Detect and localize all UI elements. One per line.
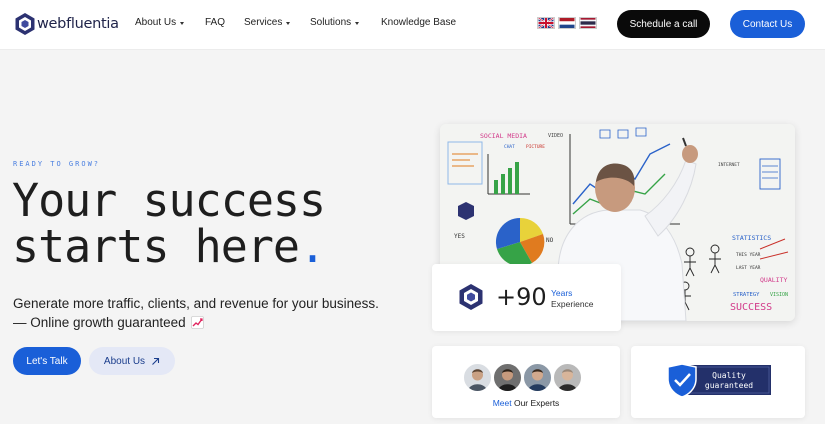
avatar [492,362,523,393]
language-switcher [537,17,597,29]
our-experts-text: Our Experts [511,398,560,408]
nav-knowledge-base-label: Knowledge Base [381,17,457,28]
avatar [462,362,493,393]
board-word-success: SUCCESS [730,302,772,313]
nav-knowledge-base[interactable]: Knowledge Base [381,17,456,28]
headline-line-1: Your success [12,174,326,227]
hero-headline: Your success starts here. [12,174,326,270]
about-us-button[interactable]: About Us [89,347,175,375]
flag-netherlands-icon[interactable] [558,17,576,29]
flag-thailand-icon[interactable] [579,17,597,29]
nav-faq-label: FAQ [205,17,226,28]
nav-faq[interactable]: FAQ [205,17,225,28]
hexagon-logo-icon [459,284,483,310]
site-header: webfluentia About Us FAQ Services Soluti… [0,0,825,50]
avatar [522,362,553,393]
quality-line-1: Quality [712,371,746,380]
board-word-no: NO [546,237,554,244]
board-word-quality: QUALITY [760,276,787,284]
arrow-up-right-icon [152,357,160,365]
meet-text: Meet [492,398,512,408]
experience-card: +90 Years Experience [432,264,621,331]
nav-about-us[interactable]: About Us [135,17,185,28]
board-word-video: VIDEO [548,133,563,139]
nav-services-label: Services [244,17,283,28]
headline-line-2: starts here. [12,224,326,270]
subtitle-line-2-text: — Online growth guaranteed [13,315,186,330]
chevron-down-icon [180,21,185,25]
meet-experts-label: Meet Our Experts [432,398,620,408]
subtitle-line-2: — Online growth guaranteed [13,313,413,332]
hero-eyebrow: READY TO GROW? [13,160,101,168]
nav-solutions-label: Solutions [310,17,352,28]
about-us-button-label: About Us [103,355,146,367]
quality-card: Quality guaranteed [631,346,805,418]
board-word-last-year: LAST YEAR [736,265,761,271]
logo[interactable]: webfluentia [14,12,119,36]
experts-card[interactable]: Meet Our Experts [432,346,620,418]
years-label: Years Experience [551,288,594,310]
avatar [552,362,583,393]
board-word-this-year: THIS YEAR [736,252,761,258]
headline-dot: . [299,220,326,273]
expert-avatars [462,362,583,393]
years-label-line-1: Years [551,288,573,298]
board-word-picture: PICTURE [526,144,545,150]
board-word-statistics: STATISTICS [732,234,771,242]
board-word-yes: YES [454,233,465,240]
nav-about-us-label: About Us [135,17,177,28]
chevron-down-icon [286,21,291,25]
quality-line-2: guaranteed [705,381,753,390]
hexagon-logo-icon [15,13,35,35]
hero-subtitle: Generate more traffic, clients, and reve… [13,294,413,332]
logo-text: webfluentia [37,16,119,32]
subtitle-line-1: Generate more traffic, clients, and reve… [13,296,379,311]
schedule-call-button[interactable]: Schedule a call [617,10,710,38]
lets-talk-button[interactable]: Let's Talk [13,347,81,375]
board-word-internet: INTERNET [718,162,740,168]
board-word-strategy: STRATEGY [733,292,760,298]
chevron-down-icon [355,21,360,25]
flag-uk-icon[interactable] [537,17,555,29]
quality-guaranteed-badge: Quality guaranteed [667,363,771,398]
board-word-social-media: SOCIAL MEDIA [480,132,527,140]
years-label-line-2: Experience [551,299,594,309]
contact-us-button[interactable]: Contact Us [730,10,805,38]
board-word-vision: VISION [770,292,788,298]
nav-solutions[interactable]: Solutions [310,17,360,28]
nav-services[interactable]: Services [244,17,291,28]
chart-increasing-icon [191,316,205,329]
board-word-chat: CHAT [504,144,515,150]
headline-line-2-text: starts here [12,220,300,273]
years-value: +90 [496,283,547,311]
